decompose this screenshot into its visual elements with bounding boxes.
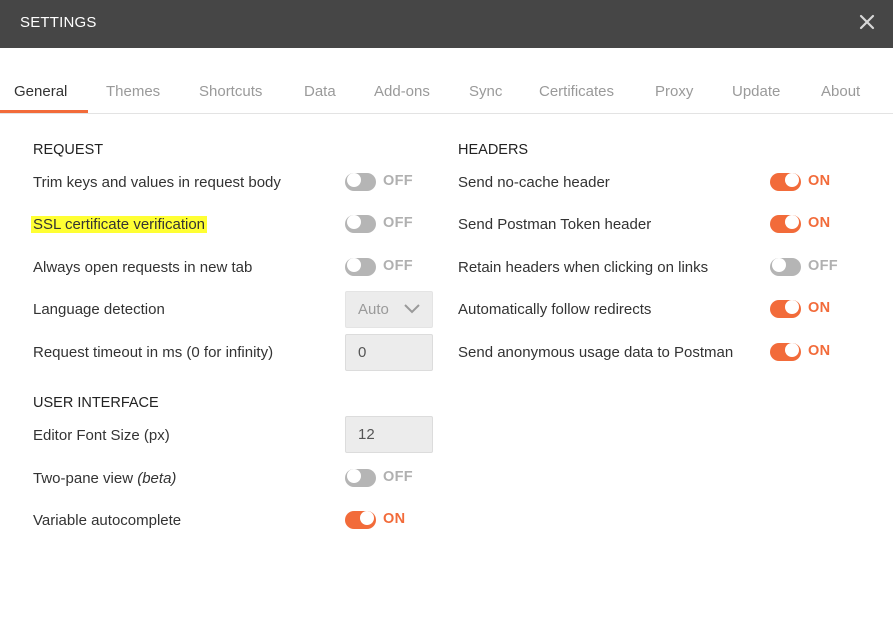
toggle-state: ON xyxy=(383,511,406,527)
ssl-verification-label: SSL certificate verification xyxy=(31,216,208,233)
toggle-state: ON xyxy=(808,173,831,189)
toggle-knob xyxy=(785,215,799,229)
follow-redirects-label: Automatically follow redirects xyxy=(458,301,652,318)
retain-headers-label: Retain headers when clicking on links xyxy=(458,259,709,276)
settings-tabs: General Themes Shortcuts Data Add-ons Sy… xyxy=(0,48,893,114)
variable-autocomplete-toggle[interactable]: ON xyxy=(345,509,437,531)
request-section-title: REQUEST xyxy=(33,142,104,158)
tab-certificates[interactable]: Certificates xyxy=(539,83,614,100)
postman-token-label: Send Postman Token header xyxy=(458,216,652,233)
two-pane-view-label: Two-pane view (beta) xyxy=(33,470,176,487)
no-cache-label: Send no-cache header xyxy=(458,174,610,191)
postman-token-toggle[interactable]: ON xyxy=(770,213,862,235)
tab-data[interactable]: Data xyxy=(304,83,336,100)
toggle-knob xyxy=(347,173,361,187)
request-timeout-label: Request timeout in ms (0 for infinity) xyxy=(33,344,274,361)
language-detection-value: Auto xyxy=(358,301,389,318)
trim-keys-toggle[interactable]: OFF xyxy=(345,171,437,193)
follow-redirects-toggle[interactable]: ON xyxy=(770,298,862,320)
open-new-tab-label: Always open requests in new tab xyxy=(33,259,253,276)
toggle-state: OFF xyxy=(383,215,413,231)
two-pane-view-beta: (beta) xyxy=(137,470,177,487)
editor-font-size-label: Editor Font Size (px) xyxy=(33,427,170,444)
toggle-state: ON xyxy=(808,300,831,316)
editor-font-size-value: 12 xyxy=(358,426,375,443)
toggle-knob xyxy=(347,215,361,229)
toggle-knob xyxy=(772,258,786,272)
toggle-state: ON xyxy=(808,343,831,359)
tab-proxy[interactable]: Proxy xyxy=(655,83,693,100)
toggle-knob xyxy=(785,343,799,357)
tab-sync[interactable]: Sync xyxy=(469,83,502,100)
retain-headers-toggle[interactable]: OFF xyxy=(770,256,862,278)
variable-autocomplete-label: Variable autocomplete xyxy=(33,512,182,529)
language-detection-select[interactable]: Auto xyxy=(345,291,433,328)
settings-titlebar: SETTINGS xyxy=(0,0,893,48)
headers-section-title: HEADERS xyxy=(458,142,529,158)
two-pane-view-toggle[interactable]: OFF xyxy=(345,467,437,489)
toggle-knob xyxy=(785,300,799,314)
ssl-verification-highlight: SSL certificate verification xyxy=(31,216,208,233)
open-new-tab-toggle[interactable]: OFF xyxy=(345,256,437,278)
toggle-knob xyxy=(347,469,361,483)
toggle-state: OFF xyxy=(383,469,413,485)
toggle-state: OFF xyxy=(383,258,413,274)
tab-about[interactable]: About xyxy=(821,83,860,100)
close-icon xyxy=(859,14,875,30)
tab-add-ons[interactable]: Add-ons xyxy=(374,83,430,100)
tab-shortcuts[interactable]: Shortcuts xyxy=(199,83,262,100)
toggle-state: ON xyxy=(808,215,831,231)
active-tab-indicator xyxy=(0,110,88,113)
chevron-down-icon xyxy=(404,304,420,314)
ssl-verification-toggle[interactable]: OFF xyxy=(345,213,437,235)
toggle-state: OFF xyxy=(383,173,413,189)
editor-font-size-input[interactable]: 12 xyxy=(345,416,433,453)
tab-general[interactable]: General xyxy=(14,83,67,100)
toggle-knob xyxy=(360,511,374,525)
user-interface-section-title: USER INTERFACE xyxy=(33,395,159,411)
trim-keys-label: Trim keys and values in request body xyxy=(33,174,281,191)
request-timeout-value: 0 xyxy=(358,344,367,361)
toggle-knob xyxy=(347,258,361,272)
language-detection-label: Language detection xyxy=(33,301,165,318)
request-timeout-input[interactable]: 0 xyxy=(345,334,433,371)
settings-title: SETTINGS xyxy=(20,14,97,31)
two-pane-view-text: Two-pane view xyxy=(33,470,138,487)
anonymous-usage-label: Send anonymous usage data to Postman xyxy=(458,344,734,361)
close-button[interactable] xyxy=(859,11,879,33)
anonymous-usage-toggle[interactable]: ON xyxy=(770,341,862,363)
tab-themes[interactable]: Themes xyxy=(106,83,160,100)
tab-update[interactable]: Update xyxy=(732,83,780,100)
toggle-state: OFF xyxy=(808,258,838,274)
toggle-knob xyxy=(785,173,799,187)
no-cache-toggle[interactable]: ON xyxy=(770,171,862,193)
